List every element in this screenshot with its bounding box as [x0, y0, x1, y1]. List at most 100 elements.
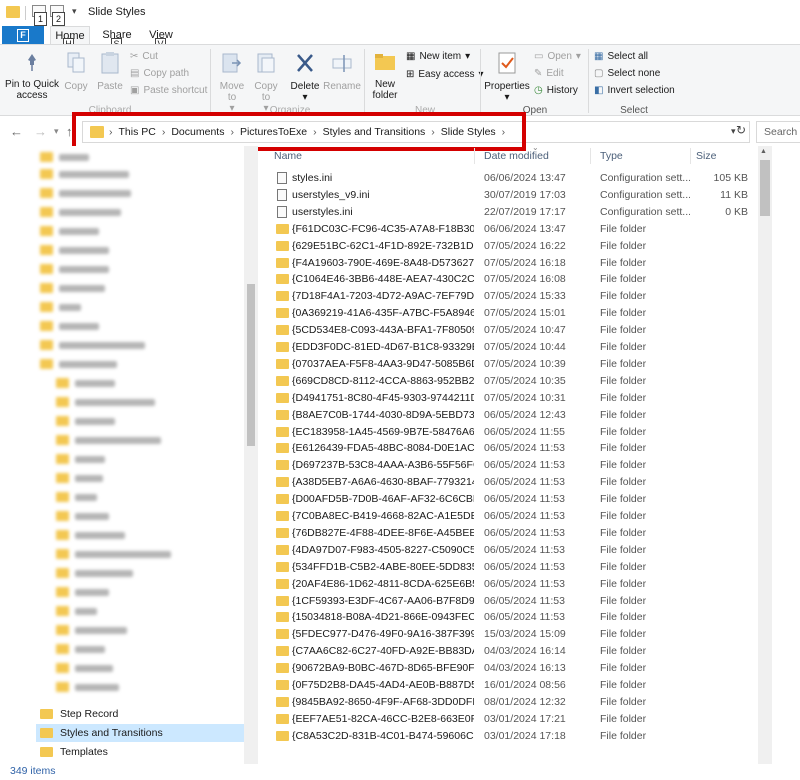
file-row[interactable]: {9845BA92-8650-4F9F-AF68-3DD0DFEDE8... 08…: [270, 694, 760, 711]
file-row[interactable]: {07037AEA-F5F8-4AA3-9D47-5085B6D02... 07/…: [270, 356, 760, 373]
forward-arrow-icon[interactable]: →: [34, 124, 47, 139]
column-header-name[interactable]: Name: [274, 146, 302, 166]
paste-shortcut-button[interactable]: ▣ Paste shortcut: [130, 85, 207, 97]
file-row[interactable]: {629E51BC-62C1-4F1D-892E-732B1D14D... 07/…: [270, 238, 760, 255]
file-row[interactable]: {4DA97D07-F983-4505-8227-C5090C5D38... 06…: [270, 542, 760, 559]
blurred-nav-item[interactable]: [56, 567, 133, 579]
file-row[interactable]: {EDD3F0DC-81ED-4D67-B1C8-93329EBD6... 07/…: [270, 339, 760, 356]
file-row[interactable]: {EC183958-1A45-4569-9B7E-58476A63A4... 06…: [270, 424, 760, 441]
up-arrow-icon[interactable]: ↑: [66, 124, 73, 139]
file-row[interactable]: userstyles.ini 22/07/2019 17:17 Configurat…: [270, 204, 760, 221]
blurred-nav-item[interactable]: [40, 151, 89, 163]
tab-file[interactable]: F: [2, 26, 44, 44]
file-row[interactable]: {5CD534E8-C093-443A-BFA1-7F80509A98... 07…: [270, 322, 760, 339]
back-arrow-icon[interactable]: ←: [10, 124, 23, 139]
file-row[interactable]: userstyles_v9.ini 30/07/2019 17:03 Configu…: [270, 187, 760, 204]
file-row[interactable]: {E6126439-FDA5-48BC-8084-D0E1AC8CC... 06/…: [270, 440, 760, 457]
blurred-nav-item[interactable]: [40, 206, 121, 218]
file-row[interactable]: {7C0BA8EC-B419-4668-82AC-A1E5DEA1F... 06/…: [270, 508, 760, 525]
blurred-nav-item[interactable]: [56, 624, 127, 636]
file-row[interactable]: {7D18F4A1-7203-4D72-A9AC-7EF79D5C6... 07/…: [270, 288, 760, 305]
blurred-nav-item[interactable]: [56, 510, 109, 522]
column-separator[interactable]: [474, 148, 475, 164]
file-row[interactable]: {90672BA9-B0BC-467D-8D65-BFE90F8DF... 04/…: [270, 660, 760, 677]
blurred-nav-item[interactable]: [40, 320, 99, 332]
blurred-nav-item[interactable]: [40, 263, 109, 275]
file-row[interactable]: {534FFD1B-C5B2-4ABE-80EE-5DD8351911... 06…: [270, 559, 760, 576]
blurred-nav-item[interactable]: [40, 282, 105, 294]
file-list-scrollbar[interactable]: ▲: [758, 146, 772, 764]
chevron-right-icon[interactable]: ›: [230, 126, 234, 138]
file-row[interactable]: {D00AFD5B-7D0B-46AF-AF32-6C6CBDB6... 06/0…: [270, 491, 760, 508]
blurred-nav-item[interactable]: [56, 529, 125, 541]
blurred-nav-item[interactable]: [40, 168, 129, 180]
new-item-button[interactable]: ▦ New item ▾: [406, 51, 470, 63]
blurred-nav-item[interactable]: [56, 396, 155, 408]
new-folder-button[interactable]: New folder: [368, 51, 402, 101]
blurred-nav-item[interactable]: [56, 472, 103, 484]
column-separator[interactable]: [690, 148, 691, 164]
open-button[interactable]: ▭ Open ▾: [534, 51, 581, 63]
blurred-nav-item[interactable]: [40, 225, 99, 237]
blurred-nav-item[interactable]: [56, 377, 115, 389]
file-row[interactable]: {D4941751-8C80-4F45-9303-9744211D4C... 07…: [270, 390, 760, 407]
file-row[interactable]: {A38D5EB7-A6A6-4630-8BAF-7793214FE2... 06…: [270, 474, 760, 491]
column-header-date[interactable]: Date modified: [484, 146, 549, 166]
file-row[interactable]: {76DB827E-4F88-4DEE-8F6E-A45BEE55F1... 06…: [270, 525, 760, 542]
file-row[interactable]: {1CF59393-E3DF-4C67-AA06-B7F8D99577... 06…: [270, 593, 760, 610]
file-row[interactable]: {0F75D2B8-DA45-4AD4-AE0B-B887D5B7... 16/0…: [270, 677, 760, 694]
chevron-right-icon[interactable]: ›: [502, 126, 506, 138]
blurred-nav-item[interactable]: [56, 662, 113, 674]
cut-button[interactable]: ✂ Cut: [130, 51, 158, 63]
column-separator[interactable]: [590, 148, 591, 164]
file-list-scroll-thumb[interactable]: [760, 160, 770, 216]
properties-button[interactable]: Properties ▾: [484, 51, 530, 103]
address-dropdown-icon[interactable]: ▾: [731, 126, 736, 137]
select-all-button[interactable]: ▦ Select all: [594, 51, 648, 63]
file-row[interactable]: {0A369219-41A6-435F-A7BC-F5A8946109... 07…: [270, 305, 760, 322]
nav-item-templates[interactable]: Templates: [36, 743, 244, 761]
chevron-right-icon[interactable]: ›: [162, 126, 166, 138]
breadcrumb-documents[interactable]: Documents: [171, 126, 224, 138]
blurred-nav-item[interactable]: [56, 681, 119, 693]
breadcrumb-styles-transitions[interactable]: Styles and Transitions: [323, 126, 426, 138]
blurred-nav-item[interactable]: [56, 453, 105, 465]
file-row[interactable]: {C1064E46-3BB6-448E-AEA7-430C2C1992... 07…: [270, 271, 760, 288]
address-bar[interactable]: › This PC › Documents › PicturesToExe › …: [82, 121, 750, 143]
history-button[interactable]: ◷ History: [534, 85, 578, 97]
scroll-up-arrow-icon[interactable]: ▲: [760, 148, 767, 155]
pin-quick-access-button[interactable]: Pin to Quick access: [4, 51, 60, 101]
breadcrumb-this-pc[interactable]: This PC: [119, 126, 156, 138]
invert-selection-button[interactable]: ◧ Invert selection: [594, 85, 675, 97]
blurred-nav-item[interactable]: [40, 339, 145, 351]
file-row[interactable]: {20AF4E86-1D62-4811-8CDA-625E6B5EBB... 06…: [270, 576, 760, 593]
nav-scroll-thumb[interactable]: [247, 284, 255, 446]
blurred-nav-item[interactable]: [40, 301, 81, 313]
file-row[interactable]: {669CD8CD-8112-4CCA-8863-952BB282D... 07/…: [270, 373, 760, 390]
file-row[interactable]: {15034818-B08A-4D21-866E-0943FEC4B3... 06…: [270, 609, 760, 626]
easy-access-button[interactable]: ⊞ Easy access ▾: [406, 69, 484, 81]
blurred-nav-item[interactable]: [56, 605, 97, 617]
file-row[interactable]: {5FDEC977-D476-49F0-9A16-387F3994F2... 15…: [270, 626, 760, 643]
copy-path-button[interactable]: ▤ Copy path: [130, 68, 189, 80]
copy-button[interactable]: Copy: [62, 51, 90, 92]
refresh-icon[interactable]: ↻: [736, 123, 746, 137]
file-row[interactable]: {EEF7AE51-82CA-46CC-B2E8-663E0F675F... 03…: [270, 711, 760, 728]
file-row[interactable]: {B8AE7C0B-1744-4030-8D9A-5EBD730600... 06…: [270, 407, 760, 424]
recent-locations-icon[interactable]: ▾: [54, 126, 59, 137]
select-none-button[interactable]: ▢ Select none: [594, 68, 660, 80]
quick-access-dropdown-icon[interactable]: ▾: [72, 6, 77, 17]
search-input[interactable]: Search S: [756, 121, 800, 143]
column-header-size[interactable]: Size: [696, 146, 716, 166]
file-row[interactable]: {F61DC03C-FC96-4C35-A7A8-F18B3092B... 06/…: [270, 221, 760, 238]
nav-item-styles-and-transitions[interactable]: Styles and Transitions: [36, 724, 244, 742]
nav-item-step-record[interactable]: Step Record: [36, 705, 244, 723]
blurred-nav-item[interactable]: [56, 643, 105, 655]
chevron-right-icon[interactable]: ›: [313, 126, 317, 138]
file-row[interactable]: styles.ini 06/06/2024 13:47 Configuration …: [270, 170, 760, 187]
breadcrumb-slide-styles[interactable]: Slide Styles: [441, 126, 496, 138]
blurred-nav-item[interactable]: [56, 415, 115, 427]
delete-button[interactable]: Delete ▾: [288, 51, 322, 103]
file-row[interactable]: {C7AA6C82-6C27-40FD-A92E-BB83DAC6... 04/0…: [270, 643, 760, 660]
blurred-nav-item[interactable]: [40, 358, 117, 370]
